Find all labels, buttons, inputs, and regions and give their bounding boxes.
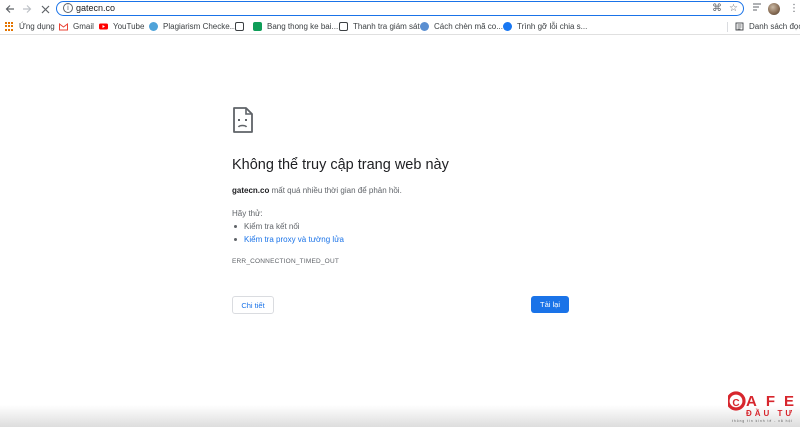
youtube-icon <box>99 23 108 30</box>
bookmark-sheets[interactable]: Bang thong ke bai... <box>253 20 338 33</box>
bookmark-label: Bang thong ke bai... <box>267 22 339 31</box>
suggestion-check-proxy-link[interactable]: Kiểm tra proxy và tường lửa <box>234 235 344 244</box>
bookmark-label: Gmail <box>73 22 94 31</box>
svg-text:thông tin kinh tế - xã hội: thông tin kinh tế - xã hội <box>732 419 792 423</box>
plagiarism-icon <box>149 22 158 31</box>
bookmarks-bar: Ứng dụng Gmail YouTube Plagiarism Checke… <box>0 18 800 35</box>
bookmark-label: Cách chèn mã co... <box>434 22 503 31</box>
details-button[interactable]: Chi tiết <box>232 296 274 314</box>
reading-list-button[interactable]: Danh sách đọc <box>735 20 800 33</box>
globe-icon <box>235 22 244 31</box>
bookmark-plagiarism[interactable]: Plagiarism Checke... <box>149 20 236 33</box>
arrow-left-icon <box>5 5 14 13</box>
try-label: Hãy thử: <box>232 209 263 218</box>
close-icon <box>41 5 49 13</box>
reading-list-icon <box>735 22 744 31</box>
bookmark-label: Ứng dụng <box>19 22 55 31</box>
stop-loading-button[interactable] <box>38 2 52 16</box>
sad-page-icon <box>233 107 253 133</box>
bookmark-label: Trình gỡ lỗi chia s... <box>517 22 588 31</box>
arrow-right-icon <box>23 5 32 13</box>
error-code: ERR_CONNECTION_TIMED_OUT <box>232 258 340 265</box>
svg-text:C: C <box>732 398 739 409</box>
menu-icon[interactable]: ⋮ <box>789 2 799 16</box>
url-text[interactable]: gatecn.co <box>76 2 115 15</box>
suggestion-check-connection: Kiểm tra kết nối <box>234 222 300 231</box>
error-description-text: mất quá nhiều thời gian để phản hồi. <box>271 186 402 195</box>
bookmark-cach-chen[interactable]: Cách chèn mã co... <box>420 20 503 33</box>
bookmark-youtube[interactable]: YouTube <box>99 20 144 33</box>
gmail-icon <box>59 23 68 31</box>
forward-button[interactable] <box>20 2 34 16</box>
reading-list-icon[interactable] <box>752 2 762 17</box>
back-button[interactable] <box>3 2 17 16</box>
bookmark-thanh-tra[interactable]: Thanh tra giám sát <box>339 20 420 33</box>
address-bar[interactable]: i gatecn.co ⌘ ☆ <box>56 1 744 16</box>
apps-grid-icon <box>5 22 14 31</box>
extension-icon[interactable]: ⌘ <box>712 3 722 15</box>
bookmarks-divider <box>727 22 728 32</box>
browser-toolbar: i gatecn.co ⌘ ☆ ⋮ <box>0 0 800 18</box>
sheets-icon <box>253 22 262 31</box>
bookmark-globe[interactable] <box>235 20 249 33</box>
error-title: Không thể truy cập trang web này <box>232 157 449 173</box>
info-icon[interactable]: i <box>63 3 73 13</box>
bookmark-apps[interactable]: Ứng dụng <box>5 20 55 33</box>
facebook-icon <box>503 22 512 31</box>
bookmark-label: Thanh tra giám sát <box>353 22 420 31</box>
bookmark-label: YouTube <box>113 22 145 31</box>
bookmark-label: Plagiarism Checke... <box>163 22 237 31</box>
reading-list-label: Danh sách đọc <box>749 22 800 31</box>
error-host: gatecn.co <box>232 186 270 195</box>
error-description: gatecn.co mất quá nhiều thời gian để phả… <box>232 186 402 195</box>
globe-icon <box>339 22 348 31</box>
bookmark-gmail[interactable]: Gmail <box>59 20 94 33</box>
site-icon <box>420 22 429 31</box>
bottom-shadow <box>0 405 800 427</box>
bookmark-facebook-debugger[interactable]: Trình gỡ lỗi chia s... <box>503 20 587 33</box>
cafe-dau-tu-logo: C AFE ĐẦU TƯ thông tin kinh tế - xã hội <box>728 391 794 423</box>
svg-text:AFE: AFE <box>746 393 794 410</box>
profile-avatar[interactable] <box>768 3 780 15</box>
reload-button[interactable]: Tải lại <box>531 296 569 313</box>
star-icon[interactable]: ☆ <box>729 3 738 15</box>
